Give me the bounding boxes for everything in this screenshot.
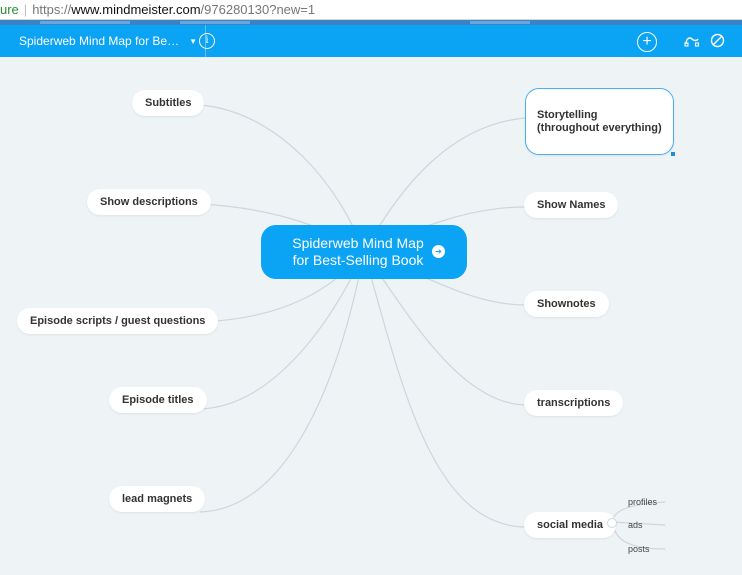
subtopic-profiles[interactable]: profiles xyxy=(628,497,657,507)
url-separator: | xyxy=(23,2,28,17)
address-bar[interactable]: ure | https://www.mindmeister.com/97628013… xyxy=(0,0,742,20)
topic-storytelling-label: Storytelling (throughout everything) xyxy=(537,109,662,134)
secure-label: ure xyxy=(0,2,19,17)
url-protocol: https:// xyxy=(32,2,72,17)
disable-icon[interactable] xyxy=(710,33,725,53)
url-host: www.mindmeister.com xyxy=(71,2,201,17)
topic-lead-magnets[interactable]: lead magnets xyxy=(109,486,206,512)
topic-episode-titles[interactable]: Episode titles xyxy=(109,387,207,413)
add-icon[interactable]: + xyxy=(637,32,657,52)
topic-shownotes[interactable]: Shownotes xyxy=(524,291,609,317)
map-title: Spiderweb Mind Map for Be… xyxy=(19,34,180,48)
topic-social-media[interactable]: social media xyxy=(524,512,617,538)
central-topic[interactable]: Spiderweb Mind Map for Best-Selling Book… xyxy=(261,225,467,279)
caret-down-icon: ▼ xyxy=(189,36,197,46)
url-path: /976280130?new=1 xyxy=(200,2,316,17)
info-icon[interactable]: i xyxy=(199,33,215,49)
topic-show-descriptions[interactable]: Show descriptions xyxy=(87,189,211,215)
topic-subtitles[interactable]: Subtitles xyxy=(132,90,205,116)
subtopic-posts[interactable]: posts xyxy=(628,544,650,554)
collapse-branch-icon[interactable] xyxy=(607,518,617,528)
resize-handle[interactable] xyxy=(670,152,675,156)
topic-show-names[interactable]: Show Names xyxy=(524,192,619,218)
topic-transcriptions[interactable]: transcriptions xyxy=(524,390,624,416)
topic-storytelling[interactable]: Storytelling (throughout everything) xyxy=(525,88,675,156)
central-topic-label: Spiderweb Mind Map for Best-Selling Book xyxy=(292,235,424,268)
topic-episode-scripts[interactable]: Episode scripts / guest questions xyxy=(17,308,219,334)
app-toolbar: Spiderweb Mind Map for Be… ▼ i + xyxy=(0,25,742,57)
subtopic-ads[interactable]: ads xyxy=(628,520,643,530)
mind-map-canvas[interactable]: Spiderweb Mind Map for Best-Selling Book… xyxy=(0,57,742,575)
collapse-arrow-icon[interactable]: ➔ xyxy=(432,245,445,258)
branch-style-icon[interactable] xyxy=(684,33,700,52)
map-title-dropdown[interactable]: Spiderweb Mind Map for Be… ▼ xyxy=(0,25,206,57)
